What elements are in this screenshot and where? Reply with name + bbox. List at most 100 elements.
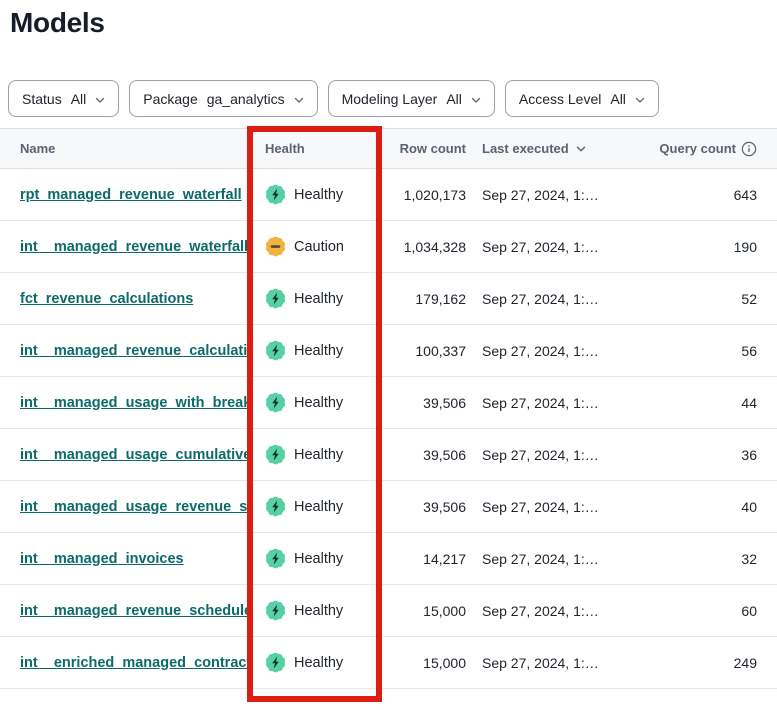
table-row: int__managed_revenue_waterfall Caution 1…	[0, 221, 777, 273]
filter-package-value: ga_analytics	[207, 91, 285, 107]
row-count-cell: 1,020,173	[382, 187, 466, 203]
column-header-last-executed[interactable]: Last executed	[466, 141, 632, 156]
health-label: Healthy	[294, 447, 343, 463]
last-executed-cell: Sep 27, 2024, 1:…	[466, 603, 632, 619]
table-row: int__managed_usage_revenue_sc… Healthy 3…	[0, 481, 777, 533]
health-status-icon	[265, 496, 286, 517]
health-label: Healthy	[294, 343, 343, 359]
health-label: Healthy	[294, 655, 343, 671]
chevron-down-icon	[294, 96, 304, 104]
query-count-cell: 32	[632, 551, 777, 567]
column-header-row-count: Row count	[382, 141, 466, 156]
health-status-icon	[265, 288, 286, 309]
health-label: Healthy	[294, 291, 343, 307]
health-status-icon	[265, 184, 286, 205]
filter-access-level[interactable]: Access Level All	[505, 80, 659, 117]
model-name-link[interactable]: int__managed_revenue_calculations	[20, 343, 247, 359]
health-label: Caution	[294, 239, 344, 255]
filter-modeling-layer[interactable]: Modeling Layer All	[328, 80, 495, 117]
column-header-last-executed-label: Last executed	[482, 141, 569, 156]
row-count-cell: 15,000	[382, 603, 466, 619]
row-count-cell: 14,217	[382, 551, 466, 567]
health-status-icon	[265, 340, 286, 361]
query-count-cell: 60	[632, 603, 777, 619]
table-row: int__managed_invoices Healthy 14,217 Sep…	[0, 533, 777, 585]
last-executed-cell: Sep 27, 2024, 1:…	[466, 187, 632, 203]
column-header-query-count-label: Query count	[659, 141, 736, 156]
row-count-cell: 39,506	[382, 395, 466, 411]
row-count-cell: 15,000	[382, 655, 466, 671]
column-header-name: Name	[0, 141, 247, 156]
query-count-cell: 190	[632, 239, 777, 255]
model-name-link[interactable]: int__managed_invoices	[20, 551, 184, 567]
health-label: Healthy	[294, 551, 343, 567]
filter-status-value: All	[71, 91, 87, 107]
health-status-icon	[265, 444, 286, 465]
health-label: Healthy	[294, 395, 343, 411]
sort-chevron-down-icon	[576, 145, 586, 153]
health-status-icon	[265, 548, 286, 569]
chevron-down-icon	[95, 96, 105, 104]
query-count-cell: 40	[632, 499, 777, 515]
row-count-cell: 179,162	[382, 291, 466, 307]
health-label: Healthy	[294, 603, 343, 619]
health-status-icon	[265, 652, 286, 673]
table-row: int__managed_revenue_calculations Health…	[0, 325, 777, 377]
last-executed-cell: Sep 27, 2024, 1:…	[466, 655, 632, 671]
filter-package-label: Package	[143, 91, 197, 107]
last-executed-cell: Sep 27, 2024, 1:…	[466, 291, 632, 307]
table-row: fct_revenue_calculations Healthy 179,162…	[0, 273, 777, 325]
filter-access-level-label: Access Level	[519, 91, 601, 107]
model-name-link[interactable]: int__managed_revenue_schedule_…	[20, 603, 247, 619]
model-name-link[interactable]: int__managed_usage_revenue_sc…	[20, 499, 247, 515]
health-status-icon	[265, 600, 286, 621]
model-name-link[interactable]: int__managed_revenue_waterfall	[20, 239, 247, 255]
query-count-cell: 44	[632, 395, 777, 411]
filter-status-label: Status	[22, 91, 62, 107]
query-count-cell: 249	[632, 655, 777, 671]
model-name-link[interactable]: int__managed_usage_with_breaka…	[20, 395, 247, 411]
filter-bar: Status All Package ga_analytics Modeling L…	[8, 80, 777, 117]
last-executed-cell: Sep 27, 2024, 1:…	[466, 343, 632, 359]
models-table: Name Health Row count Last executed Quer…	[0, 128, 777, 689]
filter-package[interactable]: Package ga_analytics	[129, 80, 317, 117]
column-header-query-count: Query count	[632, 141, 777, 157]
model-name-link[interactable]: int__enriched_managed_contracts	[20, 655, 247, 671]
last-executed-cell: Sep 27, 2024, 1:…	[466, 239, 632, 255]
filter-access-level-value: All	[610, 91, 626, 107]
chevron-down-icon	[635, 96, 645, 104]
table-header-row: Name Health Row count Last executed Quer…	[0, 128, 777, 169]
last-executed-cell: Sep 27, 2024, 1:…	[466, 551, 632, 567]
table-row: int__managed_revenue_schedule_… Healthy …	[0, 585, 777, 637]
health-status-icon	[265, 236, 286, 257]
row-count-cell: 1,034,328	[382, 239, 466, 255]
page-title: Models	[10, 7, 777, 39]
table-row: int__enriched_managed_contracts Healthy …	[0, 637, 777, 689]
row-count-cell: 100,337	[382, 343, 466, 359]
table-row: int__managed_usage_with_breaka… Healthy …	[0, 377, 777, 429]
chevron-down-icon	[471, 96, 481, 104]
health-status-icon	[265, 392, 286, 413]
query-count-cell: 643	[632, 187, 777, 203]
row-count-cell: 39,506	[382, 447, 466, 463]
filter-status[interactable]: Status All	[8, 80, 119, 117]
last-executed-cell: Sep 27, 2024, 1:…	[466, 499, 632, 515]
row-count-cell: 39,506	[382, 499, 466, 515]
filter-modeling-layer-label: Modeling Layer	[342, 91, 438, 107]
health-label: Healthy	[294, 499, 343, 515]
filter-modeling-layer-value: All	[446, 91, 462, 107]
info-icon[interactable]	[741, 141, 757, 157]
last-executed-cell: Sep 27, 2024, 1:…	[466, 447, 632, 463]
last-executed-cell: Sep 27, 2024, 1:…	[466, 395, 632, 411]
table-row: int__managed_usage_cumulative_… Healthy …	[0, 429, 777, 481]
model-name-link[interactable]: int__managed_usage_cumulative_…	[20, 447, 247, 463]
query-count-cell: 56	[632, 343, 777, 359]
query-count-cell: 52	[632, 291, 777, 307]
query-count-cell: 36	[632, 447, 777, 463]
column-header-health: Health	[247, 141, 382, 156]
model-name-link[interactable]: rpt_managed_revenue_waterfall	[20, 187, 242, 203]
table-body: rpt_managed_revenue_waterfall Healthy 1,…	[0, 169, 777, 689]
health-label: Healthy	[294, 187, 343, 203]
table-row: rpt_managed_revenue_waterfall Healthy 1,…	[0, 169, 777, 221]
model-name-link[interactable]: fct_revenue_calculations	[20, 291, 193, 307]
